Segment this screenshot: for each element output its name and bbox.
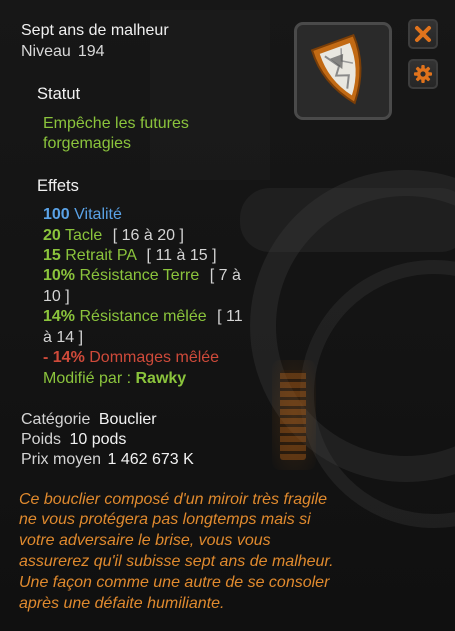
- effect-label: Vitalité: [74, 206, 122, 223]
- status-line-2: forgemagies: [43, 135, 132, 152]
- background-pipe: [240, 188, 455, 252]
- effect-label: Tacle: [64, 227, 103, 244]
- status-heading: Statut: [37, 85, 81, 103]
- level-value: 194: [77, 43, 105, 60]
- effect-label: Résistance Terre: [79, 267, 200, 284]
- effect-label: Résistance mêlée: [79, 308, 207, 325]
- effect-value: 100: [43, 206, 70, 223]
- effect-value: - 14%: [43, 349, 85, 366]
- description-line: Une façon comme une autre de se consoler: [19, 574, 330, 591]
- weight-label: Poids: [21, 431, 62, 448]
- background-glow: [272, 360, 316, 470]
- category-value: Bouclier: [98, 411, 157, 428]
- effect-range: [ 16 à 20 ]: [112, 227, 184, 244]
- level-label: Niveau: [21, 43, 71, 60]
- gear-icon: [414, 65, 432, 83]
- close-icon: [415, 26, 431, 42]
- effect-range-continued: 10 ]: [43, 288, 70, 305]
- status-line-1: Empêche les futures: [43, 115, 189, 132]
- effect-range: [ 11 à 15 ]: [146, 247, 217, 264]
- effect-value: 10%: [43, 267, 76, 284]
- price-value: 1 462 673 K: [107, 451, 194, 468]
- effects-heading: Effets: [37, 177, 79, 195]
- item-tooltip-panel: Sept ans de malheur Niveau 194 Statut Em…: [0, 0, 455, 631]
- description-line: votre adversaire le brise, vous vous: [19, 532, 271, 549]
- effect-row-dommages-melee: - 14% Dommages mêlée: [43, 348, 219, 368]
- background-arch: [250, 170, 455, 482]
- description-line: après une défaite humiliante.: [19, 595, 225, 612]
- item-level: Niveau 194: [21, 42, 105, 62]
- effect-label: Retrait PA: [65, 247, 137, 264]
- effect-label: Dommages mêlée: [89, 349, 220, 366]
- description-line: assurerez qu'il subisse sept ans de malh…: [19, 553, 334, 570]
- price-line: Prix moyen 1 462 673 K: [21, 450, 194, 470]
- background-arch-inner: [300, 260, 455, 528]
- effect-range: [ 7 à: [209, 267, 241, 284]
- effect-range: [ 11: [217, 308, 243, 325]
- description-line: Ce bouclier composé d'un miroir très fra…: [19, 491, 328, 508]
- effect-row-vitality: 100 Vitalité: [43, 205, 122, 225]
- effect-range-continued: à 14 ]: [43, 329, 84, 346]
- category-line: Catégorie Bouclier: [21, 410, 157, 430]
- price-label: Prix moyen: [21, 451, 102, 468]
- item-icon-frame: [294, 22, 392, 120]
- effect-value: 14%: [43, 308, 76, 325]
- item-name: Sept ans de malheur: [21, 22, 169, 39]
- close-button[interactable]: [408, 19, 438, 49]
- background-window: [280, 370, 306, 460]
- broken-mirror-shield-icon: [310, 34, 362, 105]
- modified-by-line: Modifié par : Rawky: [43, 369, 186, 389]
- modified-by-label: Modifié par :: [43, 370, 132, 387]
- effect-row-retrait-pa: 15 Retrait PA [ 11 à 15 ]: [43, 246, 217, 266]
- effect-value: 20: [43, 227, 61, 244]
- settings-button[interactable]: [408, 59, 438, 89]
- effect-value: 15: [43, 247, 61, 264]
- weight-value: 10 pods: [69, 431, 127, 448]
- effect-row-resistance-melee: 14% Résistance mêlée [ 11: [43, 307, 243, 327]
- modified-by-name: Rawky: [135, 370, 187, 387]
- effect-row-tacle: 20 Tacle [ 16 à 20 ]: [43, 226, 184, 246]
- category-label: Catégorie: [21, 411, 91, 428]
- weight-line: Poids 10 pods: [21, 430, 126, 450]
- description-line: ne vous protégera pas longtemps mais si: [19, 511, 311, 528]
- effect-row-resistance-terre: 10% Résistance Terre [ 7 à: [43, 266, 241, 286]
